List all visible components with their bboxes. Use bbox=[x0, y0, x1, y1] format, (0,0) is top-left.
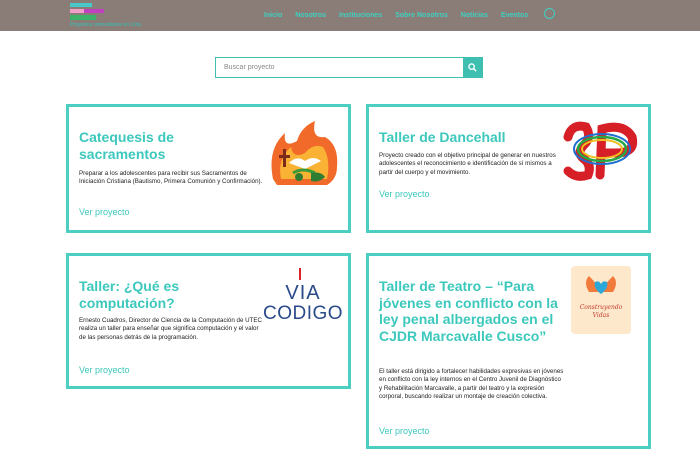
logo-bar bbox=[70, 15, 96, 20]
view-project-link[interactable]: Ver proyecto bbox=[379, 189, 430, 199]
logo-bar bbox=[84, 9, 104, 13]
project-card: Taller: ¿Qué es computación? Ernesto Cua… bbox=[66, 253, 351, 389]
view-project-link[interactable]: Ver proyecto bbox=[79, 365, 130, 375]
flame-dove-logo bbox=[271, 121, 338, 185]
site-logo[interactable]: Proyectos comunitarios en Lima bbox=[70, 3, 170, 29]
view-project-link[interactable]: Ver proyecto bbox=[79, 207, 130, 217]
card-title[interactable]: Taller de Dancehall bbox=[379, 129, 559, 146]
nav-item-noticias[interactable]: Noticias bbox=[461, 12, 488, 19]
project-card: Taller de Dancehall Proyecto creado con … bbox=[366, 104, 651, 233]
hands-heart-icon bbox=[586, 276, 616, 294]
logo-text: Construyendo Vidas bbox=[579, 304, 623, 319]
logo-accent bbox=[299, 268, 301, 280]
card-title[interactable]: Catequesis de sacramentos bbox=[79, 129, 239, 162]
dancehall-logo bbox=[563, 121, 638, 181]
logo-bar bbox=[70, 3, 92, 7]
card-description: Ernesto Cuadros, Director de Ciencia de … bbox=[79, 317, 262, 341]
search-input[interactable] bbox=[216, 58, 463, 77]
view-project-link[interactable]: Ver proyecto bbox=[379, 426, 430, 436]
user-icon[interactable] bbox=[544, 8, 555, 19]
card-description: Proyecto creado con el objetivo principa… bbox=[379, 152, 556, 176]
construyendo-vidas-logo: Construyendo Vidas bbox=[571, 266, 631, 334]
logo-text-bottom: CODIGO bbox=[262, 303, 344, 324]
nav-item-sobre-nosotros[interactable]: Sobre Nosotros bbox=[395, 12, 448, 19]
main-nav: Inicio Nosotros Instituciones Sobre Noso… bbox=[264, 8, 555, 19]
nav-item-nosotros[interactable]: Nosotros bbox=[295, 12, 326, 19]
via-codigo-logo: VIA CODIGO bbox=[261, 268, 345, 326]
project-card: Catequesis de sacramentos Preparar a los… bbox=[66, 104, 351, 233]
logo-text-top: VIA bbox=[285, 282, 321, 304]
logo-bar bbox=[70, 9, 84, 13]
project-card: Taller de Teatro – “Para jóvenes en conf… bbox=[366, 253, 651, 449]
nav-item-inicio[interactable]: Inicio bbox=[264, 12, 282, 19]
search-button[interactable] bbox=[463, 58, 482, 77]
search-icon bbox=[468, 63, 477, 72]
nav-item-instituciones[interactable]: Instituciones bbox=[339, 12, 382, 19]
nav-item-eventos[interactable]: Eventos bbox=[501, 12, 528, 19]
card-description: El taller está dirigido a fortalecer hab… bbox=[379, 368, 564, 401]
logo-tagline: Proyectos comunitarios en Lima bbox=[70, 22, 142, 28]
search-bar bbox=[215, 57, 483, 78]
card-title[interactable]: Taller de Teatro – “Para jóvenes en conf… bbox=[379, 278, 561, 344]
top-navbar: Proyectos comunitarios en Lima Inicio No… bbox=[0, 0, 700, 31]
card-title[interactable]: Taller: ¿Qué es computación? bbox=[79, 278, 254, 311]
card-description: Preparar a los adolescentes para recibir… bbox=[79, 170, 263, 186]
